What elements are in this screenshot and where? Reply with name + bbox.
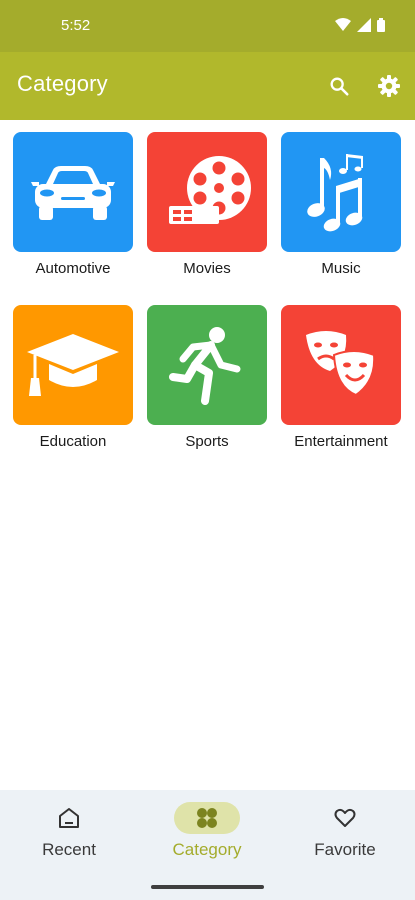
nav-category[interactable]: Category — [138, 802, 276, 860]
category-tile — [281, 305, 401, 425]
nav-pill — [312, 802, 378, 834]
category-tile — [281, 132, 401, 252]
category-education[interactable]: Education — [12, 305, 134, 450]
battery-icon — [377, 18, 385, 32]
category-label: Music — [321, 260, 361, 277]
search-button[interactable] — [327, 74, 351, 98]
nav-pill — [174, 802, 240, 834]
heart-icon — [334, 808, 356, 827]
gear-icon — [378, 75, 400, 97]
nav-label: Recent — [42, 840, 96, 859]
search-icon — [330, 77, 349, 96]
status-time: 5:52 — [61, 17, 91, 34]
category-label: Sports — [185, 433, 229, 450]
nav-recent[interactable]: Recent — [0, 802, 138, 860]
car-icon — [31, 166, 115, 220]
home-icon — [59, 808, 79, 828]
category-tile — [147, 132, 267, 252]
home-indicator[interactable] — [151, 885, 264, 889]
category-label: Entertainment — [294, 433, 388, 450]
category-tile — [147, 305, 267, 425]
page-title: Category — [17, 71, 108, 96]
category-tile — [13, 305, 133, 425]
running-person-icon — [169, 327, 241, 405]
wifi-icon — [335, 18, 351, 31]
category-music[interactable]: Music — [280, 132, 402, 277]
category-label: Movies — [183, 260, 231, 277]
theater-masks-icon — [306, 331, 376, 397]
music-notes-icon — [307, 154, 363, 232]
nav-favorite[interactable]: Favorite — [276, 802, 414, 860]
settings-button[interactable] — [377, 74, 401, 98]
category-movies[interactable]: Movies — [146, 132, 268, 277]
category-label: Education — [39, 433, 107, 450]
nav-pill — [36, 802, 102, 834]
bottom-navigation: Recent Category Favorite — [0, 790, 415, 900]
category-entertainment[interactable]: Entertainment — [280, 305, 402, 450]
category-automotive[interactable]: Automotive — [12, 132, 134, 277]
app-bar: Category — [0, 52, 415, 120]
category-tile — [13, 132, 133, 252]
grid-icon — [197, 808, 217, 828]
status-bar: 5:52 — [0, 0, 415, 52]
status-icons — [335, 18, 385, 32]
category-sports[interactable]: Sports — [146, 305, 268, 450]
graduation-cap-icon — [27, 334, 119, 396]
category-label: Automotive — [35, 260, 111, 277]
signal-icon — [357, 18, 371, 32]
film-reel-icon — [169, 156, 251, 224]
nav-label: Category — [172, 840, 242, 859]
nav-label: Favorite — [314, 840, 376, 859]
